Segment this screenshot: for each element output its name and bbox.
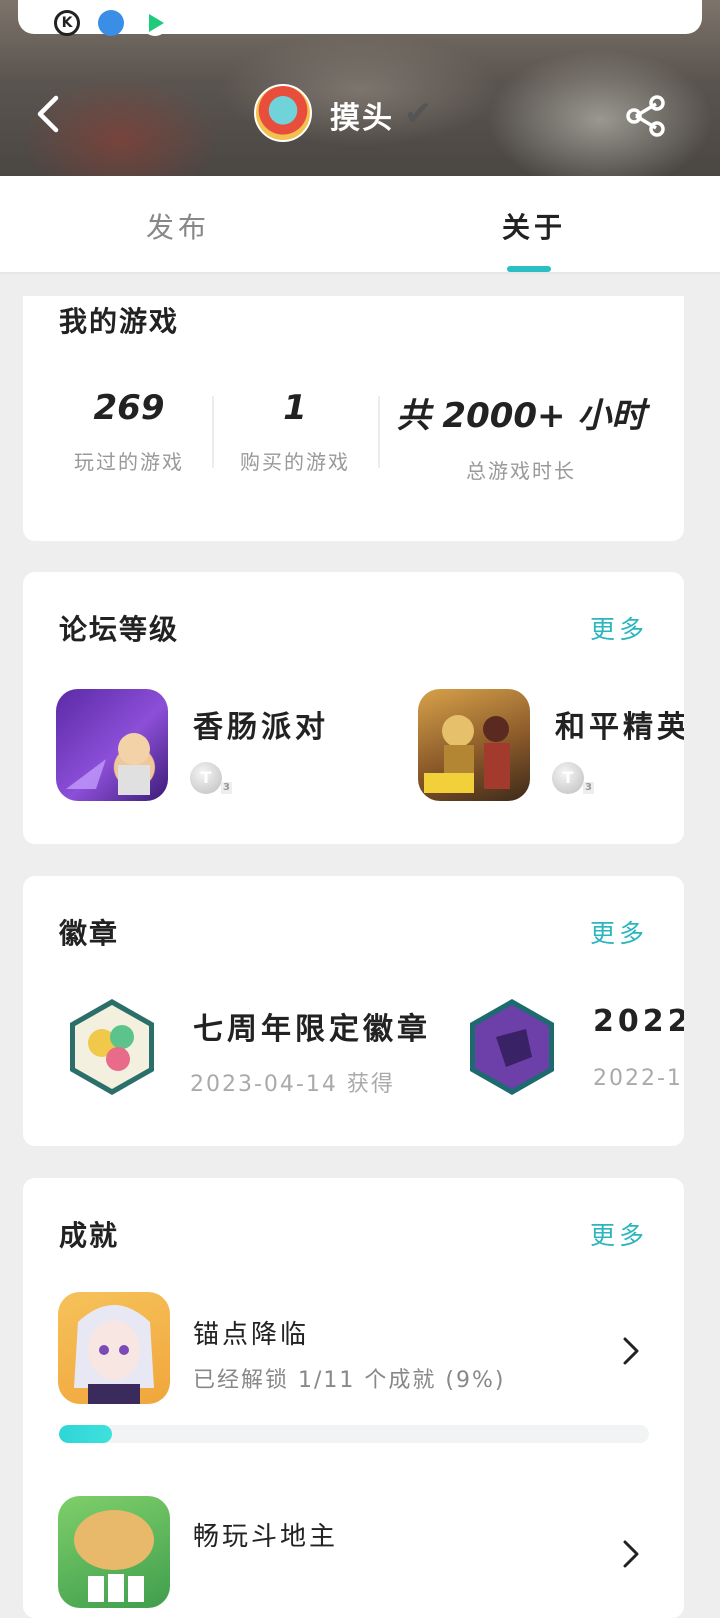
stat-label: 购买的游戏 [240,450,350,474]
notification-peek-card[interactable]: K [18,0,702,36]
badge-date: 2023-04-14 获得 [190,1072,395,1097]
divider [378,396,380,468]
badges-title: 徽章 [59,917,120,950]
forum-level-more-link[interactable]: 更多 [590,610,648,646]
badges-card: 徽章 更多 七周年限定徽章 2023-04-14 获得 2022 2022-12 [23,876,684,1146]
stat-total-playtime[interactable]: 共 2000+ 小时 总游戏时长 [391,388,651,484]
achievement-game-name: 畅玩斗地主 [193,1522,339,1552]
stat-played-games[interactable]: 269 玩过的游戏 [59,388,199,475]
achievement-progress-text: 已经解锁 1/11 个成就 (9%) [193,1368,506,1393]
tab-bar: 发布 关于 [0,176,720,274]
tab-publish[interactable]: 发布 [146,206,210,246]
divider [212,396,214,468]
chevron-left-icon [37,95,59,133]
yearly-badge-icon[interactable] [466,997,558,1097]
back-button[interactable] [30,92,70,136]
share-button[interactable] [624,94,668,138]
badges-more-link[interactable]: 更多 [590,914,648,950]
profile-header-banner: K 摸头 ✔ [0,0,720,176]
username: 摸头 [330,101,394,136]
tab-about[interactable]: 关于 [502,206,566,246]
chevron-right-icon[interactable] [619,1331,643,1371]
game-name[interactable]: 香肠派对 [193,702,329,746]
game-icon[interactable] [56,689,168,801]
k-app-icon: K [54,10,80,36]
stat-value: 共 2000+ 小时 [396,396,646,436]
level-badge-icon: 3T [552,762,594,794]
forum-level-card: 论坛等级 更多 香肠派对 3T 和平精英 3T [23,572,684,844]
achievements-card: 成就 更多 锚点降临 已经解锁 1/11 个成就 (9%) 畅玩斗地主 [23,1178,684,1618]
my-games-card: 我的游戏 269 玩过的游戏 1 购买的游戏 共 2000+ 小时 总游戏时长 [23,296,684,541]
level-badge-icon: 3T [190,762,232,794]
share-icon [626,95,665,137]
stat-label: 玩过的游戏 [74,450,184,474]
badge-name: 2022 [593,1004,684,1039]
game-icon[interactable] [58,1292,170,1404]
stat-value: 269 [93,388,165,428]
achievement-progress-fill [59,1425,113,1443]
browser-app-icon [98,10,124,36]
verified-check-icon: ✔ [404,94,433,134]
achievement-progress-bar [59,1425,649,1443]
video-app-icon [142,10,168,36]
game-icon[interactable] [58,1496,170,1608]
stat-purchased-games[interactable]: 1 购买的游戏 [225,388,365,475]
game-name[interactable]: 和平精英 [555,702,684,746]
forum-level-title: 论坛等级 [59,613,180,646]
achievement-game-name: 锚点降临 [193,1320,310,1350]
anniversary-badge-icon[interactable] [66,997,158,1097]
achievements-more-link[interactable]: 更多 [590,1216,648,1252]
game-icon[interactable] [418,689,530,801]
badge-date: 2022-12 [593,1066,684,1091]
my-games-title: 我的游戏 [59,305,180,338]
avatar[interactable] [254,84,312,142]
stat-label: 总游戏时长 [466,459,576,483]
badge-name: 七周年限定徽章 [193,1012,431,1047]
chevron-right-icon[interactable] [619,1534,643,1574]
achievements-title: 成就 [59,1219,120,1252]
stat-value: 1 [283,388,307,428]
tab-active-indicator [507,266,551,272]
